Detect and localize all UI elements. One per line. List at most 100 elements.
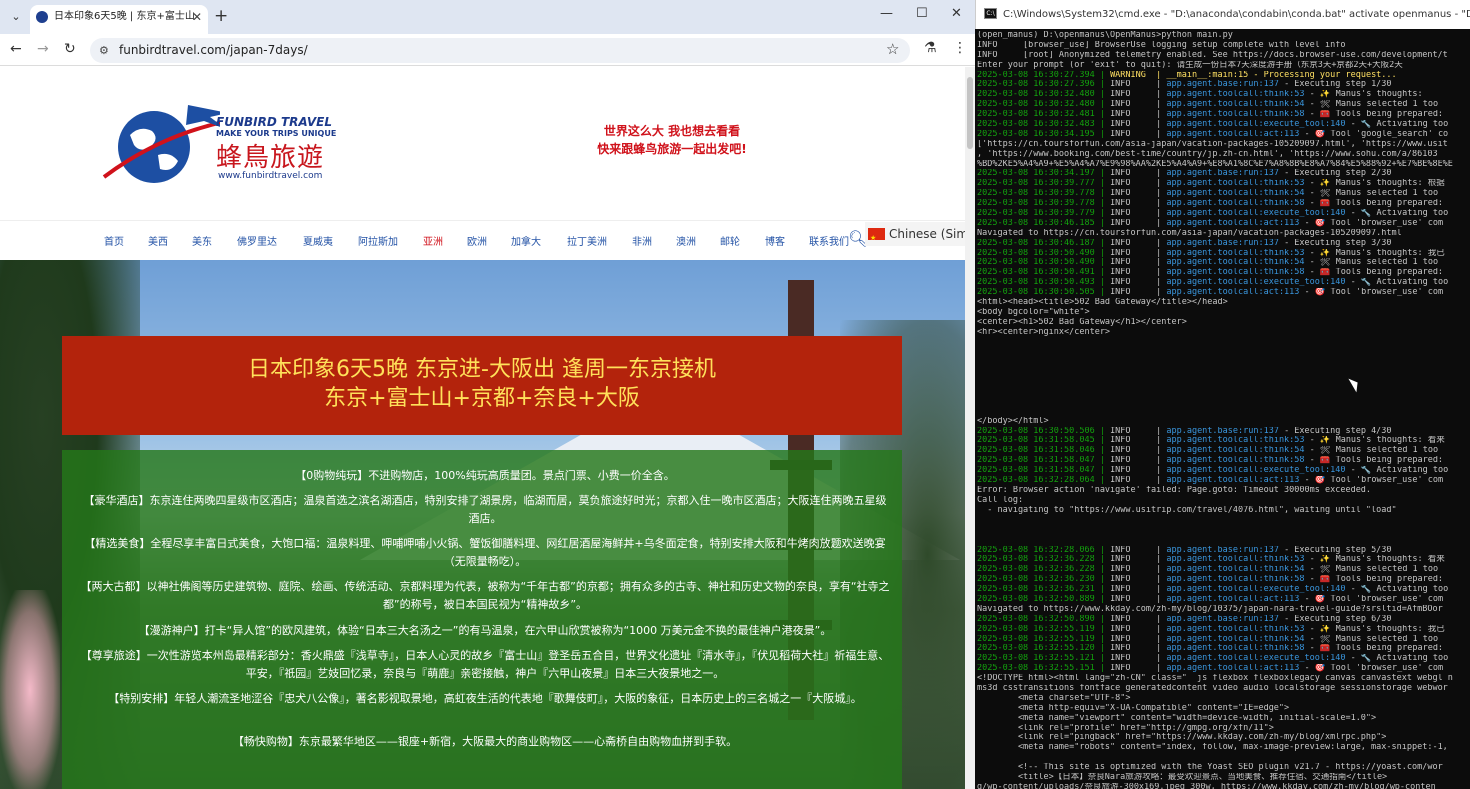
close-window-icon[interactable]: ✕ <box>951 6 962 21</box>
labs-icon[interactable]: ⚗ <box>924 40 937 56</box>
terminal-line: 2025-03-08 16:32:36.230 | INFO | app.age… <box>977 575 1470 585</box>
log-module: app.agent.toolcall:act:113 <box>1166 475 1300 485</box>
log-level: INFO | <box>1110 575 1167 585</box>
terminal-line: 2025-03-08 16:32:50.890 | INFO | app.age… <box>977 615 1470 625</box>
terminal-line: 2025-03-08 16:32:28.066 | INFO | app.age… <box>977 546 1470 556</box>
nav-item-us-west[interactable]: 美西 <box>148 233 168 248</box>
maximize-icon[interactable]: ☐ <box>916 6 928 21</box>
log-message: - 🎯 Tool 'browser_use' com <box>1299 664 1444 674</box>
log-message: - ✨ Manus's thoughts: 看来 <box>1304 555 1445 565</box>
terminal-line: 2025-03-08 16:30:50.505 | INFO | app.age… <box>977 288 1470 298</box>
forward-icon[interactable]: → <box>37 41 49 57</box>
terminal-line: <link rel="pingback" href="https://www.k… <box>977 733 1387 743</box>
nav-item-asia[interactable]: 亚洲 <box>423 233 443 248</box>
tab-close-icon[interactable]: ✕ <box>192 5 202 29</box>
log-message: - 🔧 Activating too <box>1345 466 1449 476</box>
url-input[interactable]: ⚙ funbirdtravel.com/japan-7days/ <box>90 38 910 63</box>
hero-section: 日本印象6天5晚 东京进-大阪出 逢周一东京接机 东京+富士山+京都+奈良+大阪… <box>0 260 965 789</box>
minimize-icon[interactable]: — <box>880 6 893 21</box>
nav-item-africa[interactable]: 非洲 <box>632 233 652 248</box>
terminal-line: 2025-03-08 16:30:27.396 | INFO | app.age… <box>977 80 1470 90</box>
terminal-line: 2025-03-08 16:31:58.047 | INFO | app.age… <box>977 466 1470 476</box>
nav-item-alaska[interactable]: 阿拉斯加 <box>358 233 398 248</box>
log-module: app.agent.toolcall:think:54 <box>1166 258 1305 268</box>
terminal-line: <hr><center>nginx</center> <box>977 327 1111 337</box>
terminal-line: 2025-03-08 16:30:50.506 | INFO | app.age… <box>977 427 1470 437</box>
site-logo[interactable]: FUNBIRD TRAVEL MAKE YOUR TRIPS UNIQUE 蜂鳥… <box>100 95 340 195</box>
log-level: INFO | <box>1110 129 1167 139</box>
log-level: INFO | <box>1110 664 1167 674</box>
scrollbar-thumb[interactable] <box>967 77 973 149</box>
site-info-icon[interactable]: ⚙ <box>99 38 109 63</box>
log-module: app.agent.toolcall:think:54 <box>1166 565 1305 575</box>
log-timestamp: 2025-03-08 16:32:55.120 | <box>977 644 1111 654</box>
log-timestamp: 2025-03-08 16:31:58.047 | <box>977 456 1111 466</box>
nav-item-latin-america[interactable]: 拉丁美洲 <box>567 233 607 248</box>
log-message: - 🎯 Tool 'google_search' co <box>1299 129 1449 139</box>
terminal-line: (open_manus) D:\openmanus\OpenManus>pyth… <box>977 31 1233 40</box>
nav-item-contact[interactable]: 联系我们 <box>809 233 849 248</box>
highlight-food: 【精选美食】全程尽享丰富日式美食，大饱口福：温泉料理、呷哺呷哺小火锅、蟹饭御膳料… <box>84 537 886 568</box>
main-nav: 首页 美西 美东 佛罗里达 夏威夷 阿拉斯加 亚洲 欧洲 加拿大 拉丁美洲 非洲… <box>0 220 965 260</box>
log-level: INFO | <box>1110 555 1167 565</box>
new-tab-icon[interactable]: + <box>214 6 228 26</box>
terminal-output[interactable]: (open_manus) D:\openmanus\OpenManus>pyth… <box>977 31 1470 789</box>
tab-search-dropdown-icon[interactable]: ⌄ <box>6 7 26 27</box>
highlight-shopping: 【畅快购物】东京最繁华地区——银座+新宿，大阪最大的商业购物区——心斋桥自由购物… <box>232 735 738 748</box>
log-timestamp: 2025-03-08 16:30:39.779 | <box>977 209 1111 219</box>
reload-icon[interactable]: ↻ <box>64 41 76 57</box>
log-level: INFO | <box>1110 585 1167 595</box>
terminal-line: 2025-03-08 16:32:55.151 | INFO | app.age… <box>977 664 1470 674</box>
tour-title-line-2: 东京+富士山+京都+奈良+大阪 <box>324 386 640 411</box>
nav-item-oceania[interactable]: 澳洲 <box>676 233 696 248</box>
log-module: app.agent.toolcall:think:53 <box>1166 436 1305 446</box>
tab-active[interactable]: 日本印象6天5晚 | 东京+富士山 ✕ <box>30 5 208 34</box>
bookmark-star-icon[interactable]: ☆ <box>886 40 899 58</box>
nav-item-home[interactable]: 首页 <box>104 233 124 248</box>
slogan-line-1: 世界这么大 我也想去看看 <box>603 124 741 138</box>
terminal-window: C:\ C:\Windows\System32\cmd.exe - "D:\an… <box>975 0 1470 789</box>
log-module: app.agent.toolcall:think:53 <box>1166 179 1305 189</box>
log-message: - 🧰 Tools being prepared: <box>1304 199 1444 209</box>
nav-item-europe[interactable]: 欧洲 <box>467 233 487 248</box>
terminal-line: 2025-03-08 16:30:46.187 | INFO | app.age… <box>977 239 1470 249</box>
terminal-line: 2025-03-08 16:31:58.046 | INFO | app.age… <box>977 446 1470 456</box>
log-level: INFO | <box>1110 594 1167 604</box>
page-scrollbar[interactable] <box>965 67 975 789</box>
log-level: INFO | <box>1110 169 1167 179</box>
log-level: INFO | <box>1110 110 1167 120</box>
terminal-line: g/wp-content/uploads/奈良旅游-300x169.jpeg 3… <box>977 782 1436 789</box>
log-timestamp: 2025-03-08 16:30:50.505 | <box>977 288 1111 298</box>
log-timestamp: 2025-03-08 16:30:34.195 | <box>977 129 1111 139</box>
terminal-line: , 'https://www.booking.com/best-time/cou… <box>977 149 1438 159</box>
nav-item-florida[interactable]: 佛罗里达 <box>237 233 277 248</box>
nav-item-hawaii[interactable]: 夏威夷 <box>303 233 333 248</box>
log-message: - 🧰 Tools being prepared: <box>1304 575 1444 585</box>
log-level: INFO | <box>1110 100 1167 110</box>
log-message: - Processing your request... <box>1248 70 1397 80</box>
terminal-line: 2025-03-08 16:30:39.778 | INFO | app.age… <box>977 189 1470 199</box>
log-level: INFO | <box>1110 614 1167 624</box>
log-level: INFO | <box>1110 456 1167 466</box>
nav-item-us-east[interactable]: 美东 <box>192 233 212 248</box>
nav-item-cruise[interactable]: 邮轮 <box>720 233 740 248</box>
log-level: INFO | <box>1110 278 1167 288</box>
log-timestamp: 2025-03-08 16:32:36.230 | <box>977 575 1111 585</box>
log-level: INFO | <box>1110 475 1167 485</box>
terminal-line: 2025-03-08 16:32:36.228 | INFO | app.age… <box>977 555 1470 565</box>
menu-icon[interactable]: ⋮ <box>953 40 967 56</box>
url-text: funbirdtravel.com/japan-7days/ <box>119 43 308 57</box>
terminal-line: 2025-03-08 16:30:50.493 | INFO | app.age… <box>977 278 1470 288</box>
back-icon[interactable]: ← <box>10 41 22 57</box>
nav-item-blog[interactable]: 博客 <box>765 233 785 248</box>
log-message: - ✨ Manus's thoughts: 我已 <box>1304 248 1445 258</box>
terminal-line: 2025-03-08 16:32:55.119 | INFO | app.age… <box>977 635 1470 645</box>
language-selector[interactable]: Chinese (Sim <box>865 222 965 246</box>
log-timestamp: 2025-03-08 16:32:55.119 | <box>977 634 1111 644</box>
nav-item-canada[interactable]: 加拿大 <box>511 233 541 248</box>
log-module: app.agent.toolcall:think:53 <box>1166 90 1305 100</box>
log-message: - 🧰 Tools being prepared: <box>1304 644 1444 654</box>
terminal-titlebar[interactable]: C:\ C:\Windows\System32\cmd.exe - "D:\an… <box>975 0 1470 29</box>
terminal-line: <meta http-equiv="X-UA-Compatible" conte… <box>977 703 1290 713</box>
log-message: - 🎯 Tool 'browser_use' com <box>1299 218 1444 228</box>
